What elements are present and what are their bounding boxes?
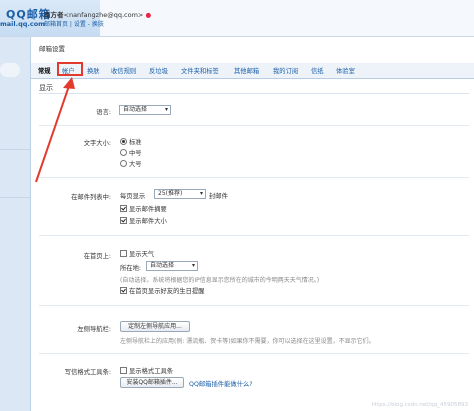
show-summary-checkbox[interactable] bbox=[120, 205, 127, 212]
header-links[interactable]: 邮箱首页 | 设置 - 换肤 bbox=[44, 19, 104, 28]
per-page-suffix: 封邮件 bbox=[209, 193, 228, 200]
chevron-down-icon: ▾ bbox=[199, 190, 203, 197]
per-page-prefix: 每页显示 bbox=[120, 193, 146, 200]
chevron-down-icon: ▾ bbox=[191, 262, 195, 269]
left-sidebar bbox=[0, 37, 31, 411]
user-info: 南方者<nanfangzhe@qq.com> ● bbox=[44, 9, 151, 19]
location-hint: (自动选择，系统将根据您的IP信息显示您所在的城市的今明两天天气情况。) bbox=[120, 277, 320, 284]
tab-skin[interactable]: 换肤 bbox=[87, 66, 100, 75]
install-plugin-button[interactable]: 安装QQ邮箱插件... bbox=[120, 377, 184, 388]
option-medium: 中号 bbox=[129, 150, 142, 157]
per-page-select[interactable]: 25(推荐) ▾ bbox=[154, 189, 206, 199]
highlight-box bbox=[57, 62, 83, 76]
mail-list-label: 在邮件列表中: bbox=[71, 194, 111, 201]
tab-other-mailboxes[interactable]: 其他邮箱 bbox=[234, 66, 259, 75]
panel-title: 邮箱设置 bbox=[39, 45, 65, 53]
language-label: 语言: bbox=[96, 109, 111, 116]
row-divider bbox=[39, 353, 469, 354]
logo-subtitle: mail.qq.com bbox=[0, 20, 45, 28]
user-email: <nanfangzhe@qq.com> bbox=[63, 11, 144, 19]
show-summary-label: 显示邮件摘要 bbox=[129, 206, 167, 213]
language-value: 自动选择 bbox=[123, 106, 148, 113]
settings-tabs: 常规 帐户 换肤 收信规则 反垃圾 文件夹和标签 其他邮箱 我的订阅 信纸 体验… bbox=[31, 63, 474, 79]
radio-medium[interactable] bbox=[120, 149, 127, 156]
sidebar-divider bbox=[0, 149, 30, 150]
language-select[interactable]: 自动选择 ▾ bbox=[119, 105, 171, 115]
sidebar-divider bbox=[0, 197, 30, 198]
show-size-label: 显示邮件大小 bbox=[129, 218, 167, 225]
top-header: QQ邮箱 mail.qq.com 南方者<nanfangzhe@qq.com> … bbox=[0, 0, 474, 37]
show-toolbar-label: 显示格式工具条 bbox=[129, 368, 174, 375]
tab-subscriptions[interactable]: 我的订阅 bbox=[273, 66, 298, 75]
radio-standard[interactable] bbox=[120, 138, 127, 145]
chevron-down-icon: ▾ bbox=[164, 106, 168, 113]
tab-anti-spam[interactable]: 反垃圾 bbox=[149, 66, 168, 75]
birthday-checkbox[interactable] bbox=[120, 287, 127, 294]
birthday-label: 在首页显示好友的生日提醒 bbox=[129, 288, 205, 295]
settings-panel: 邮箱设置 常规 帐户 换肤 收信规则 反垃圾 文件夹和标签 其他邮箱 我的订阅 … bbox=[31, 37, 474, 411]
show-size-checkbox[interactable] bbox=[120, 217, 127, 224]
tab-stationery[interactable]: 信纸 bbox=[311, 66, 324, 75]
nav-label: 左侧导航栏: bbox=[77, 326, 111, 333]
section-divider bbox=[39, 93, 469, 94]
row-divider bbox=[39, 125, 469, 126]
row-divider bbox=[39, 235, 469, 236]
tab-general[interactable]: 常规 bbox=[38, 66, 51, 75]
tab-receive-rules[interactable]: 收信规则 bbox=[111, 66, 136, 75]
section-title: 显示 bbox=[39, 84, 53, 92]
customize-nav-button[interactable]: 定制左侧导航应用... bbox=[120, 321, 190, 332]
location-value: 自动选择 bbox=[150, 262, 175, 269]
font-size-label: 文字大小: bbox=[83, 140, 111, 147]
plugin-info-link[interactable]: QQ邮箱插件能做什么? bbox=[189, 379, 253, 388]
nav-hint: 左侧导航栏上的应用(例: 漂流瓶、贺卡等)如果你不需要，你可以选择在这里设置，不… bbox=[120, 338, 375, 345]
location-label: 所在地: bbox=[120, 265, 142, 272]
tab-folders-labels[interactable]: 文件夹和标签 bbox=[181, 66, 219, 75]
row-divider bbox=[39, 305, 469, 306]
tab-lab[interactable]: 体验室 bbox=[336, 66, 355, 75]
weather-checkbox[interactable] bbox=[120, 250, 127, 257]
watermark: https://blog.csdn.net/qq_45905893 bbox=[371, 402, 468, 408]
toolbar-label: 写信格式工具条: bbox=[64, 369, 111, 376]
option-large: 大号 bbox=[129, 161, 142, 168]
cloud-icon bbox=[0, 63, 20, 77]
user-name: 南方者 bbox=[44, 11, 64, 19]
per-page-value: 25(推荐) bbox=[158, 190, 183, 197]
option-standard: 标准 bbox=[129, 139, 142, 146]
home-label: 在首页上: bbox=[83, 253, 111, 260]
location-select[interactable]: 自动选择 ▾ bbox=[146, 261, 198, 271]
show-toolbar-checkbox[interactable] bbox=[120, 367, 127, 374]
row-divider bbox=[39, 177, 469, 178]
weather-label: 显示天气 bbox=[129, 251, 155, 258]
radio-large[interactable] bbox=[120, 160, 127, 167]
status-dot-icon: ● bbox=[145, 11, 152, 19]
